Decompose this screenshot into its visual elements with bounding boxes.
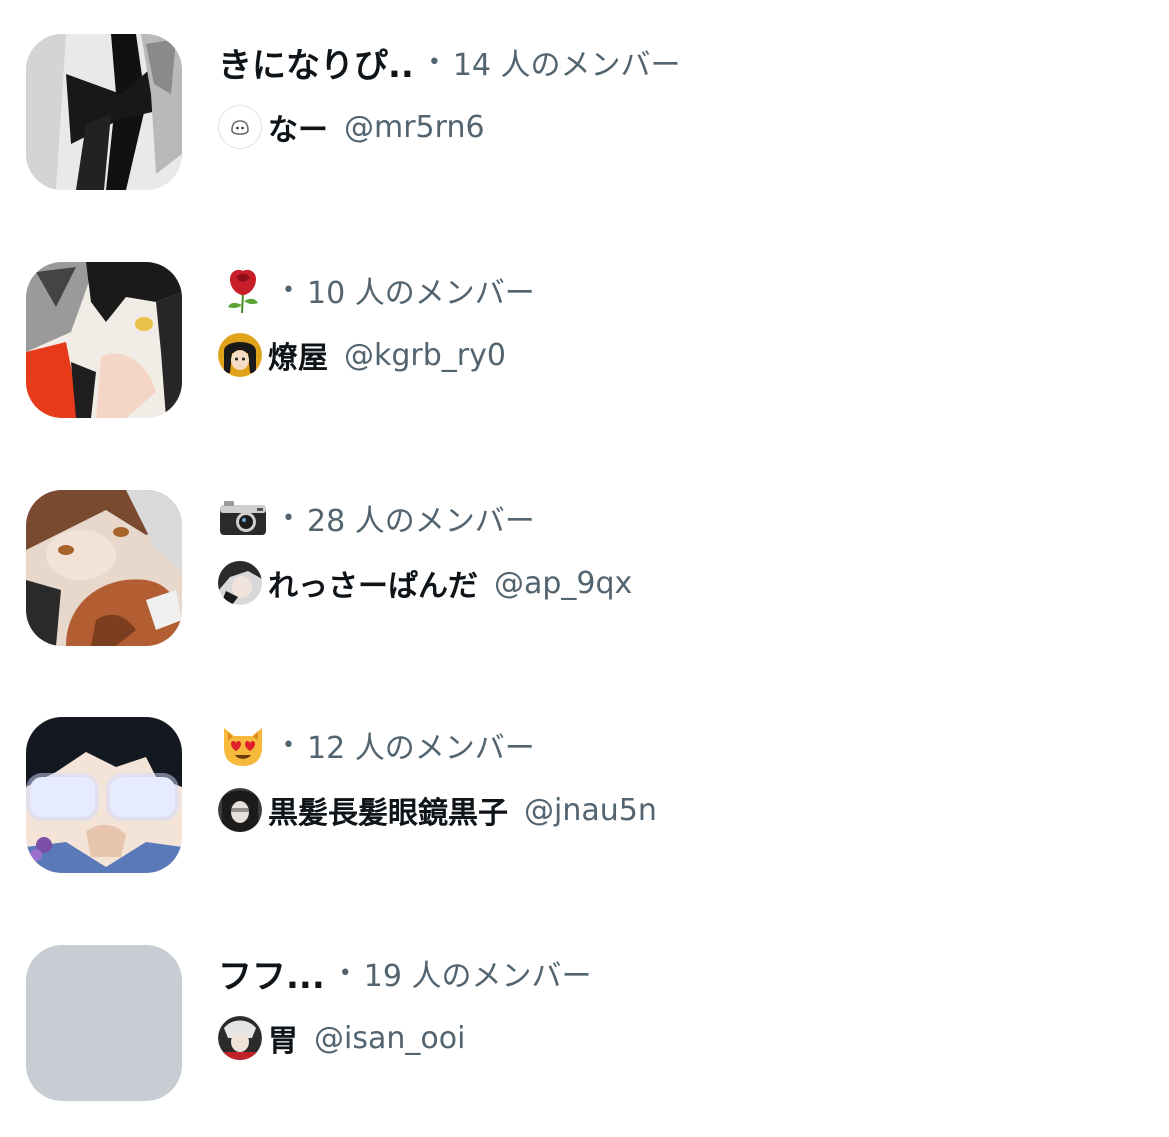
member-count: 14 人のメンバー bbox=[452, 48, 681, 83]
community-avatar-placeholder[interactable] bbox=[26, 945, 182, 1101]
community-avatar-image bbox=[26, 717, 182, 873]
community-row[interactable]: きになりぴ.. • 14 人のメンバー なー @mr5rn6 bbox=[0, 34, 1169, 194]
creator-name[interactable]: 燎屋 bbox=[268, 333, 328, 377]
community-avatar-image bbox=[26, 262, 182, 418]
community-name[interactable]: きになりぴ.. bbox=[218, 38, 414, 87]
community-avatar-image bbox=[26, 34, 182, 190]
community-avatar[interactable] bbox=[26, 717, 182, 873]
community-avatar[interactable] bbox=[26, 34, 182, 190]
creator-handle[interactable]: @mr5rn6 bbox=[344, 110, 485, 145]
anime-avatar-icon[interactable] bbox=[218, 561, 262, 605]
creator-name[interactable]: れっさーぱんだ bbox=[268, 561, 478, 605]
heart-eyes-cat-emoji-icon bbox=[218, 720, 268, 770]
community-title-line: • 10 人のメンバー bbox=[218, 264, 535, 316]
creator-line: 胃 @isan_ooi bbox=[218, 1015, 465, 1061]
creator-line: れっさーぱんだ @ap_9qx bbox=[218, 560, 632, 606]
community-row[interactable]: フフ... • 19 人のメンバー 胃 @isan_ooi bbox=[0, 945, 1169, 1105]
community-row[interactable]: • 12 人のメンバー 黒髪長髪眼鏡黒子 @jnau5n bbox=[0, 717, 1169, 877]
creator-handle[interactable]: @isan_ooi bbox=[314, 1021, 465, 1056]
creator-handle[interactable]: @jnau5n bbox=[524, 793, 657, 828]
creator-line: 燎屋 @kgrb_ry0 bbox=[218, 332, 506, 378]
creator-handle[interactable]: @ap_9qx bbox=[494, 566, 632, 601]
community-row[interactable]: • 28 人のメンバー れっさーぱんだ @ap_9qx bbox=[0, 490, 1169, 650]
creator-name[interactable]: 胃 bbox=[268, 1016, 298, 1060]
member-count: 28 人のメンバー bbox=[306, 504, 535, 539]
dot-separator: • bbox=[282, 277, 295, 303]
member-count: 19 人のメンバー bbox=[363, 959, 592, 994]
camera-emoji-icon bbox=[218, 493, 268, 543]
community-title-line: フフ... • 19 人のメンバー bbox=[218, 947, 591, 999]
community-title-line: • 12 人のメンバー bbox=[218, 719, 535, 771]
member-count: 10 人のメンバー bbox=[306, 276, 535, 311]
dot-separator: • bbox=[282, 505, 295, 531]
creator-handle[interactable]: @kgrb_ry0 bbox=[344, 338, 506, 373]
dot-separator: • bbox=[282, 732, 295, 758]
anime-avatar-icon[interactable] bbox=[218, 333, 262, 377]
community-row[interactable]: • 10 人のメンバー 燎屋 @kgrb_ry0 bbox=[0, 262, 1169, 422]
dot-separator: • bbox=[427, 49, 441, 75]
community-list: きになりぴ.. • 14 人のメンバー なー @mr5rn6 • 10 人のメン… bbox=[0, 0, 1169, 1137]
anime-avatar-icon[interactable] bbox=[218, 1016, 262, 1060]
creator-line: なー @mr5rn6 bbox=[218, 104, 485, 150]
community-avatar[interactable] bbox=[26, 490, 182, 646]
creator-name[interactable]: なー bbox=[268, 105, 328, 149]
dot-separator: • bbox=[338, 960, 352, 986]
creator-name[interactable]: 黒髪長髪眼鏡黒子 bbox=[268, 788, 508, 832]
community-title-line: きになりぴ.. • 14 人のメンバー bbox=[218, 36, 681, 88]
default-egg-avatar-icon[interactable] bbox=[218, 105, 262, 149]
member-count: 12 人のメンバー bbox=[306, 731, 535, 766]
community-avatar-image bbox=[26, 490, 182, 646]
creator-line: 黒髪長髪眼鏡黒子 @jnau5n bbox=[218, 787, 657, 833]
anime-avatar-icon[interactable] bbox=[218, 788, 262, 832]
community-avatar[interactable] bbox=[26, 262, 182, 418]
community-name[interactable]: フフ... bbox=[218, 949, 325, 998]
community-title-line: • 28 人のメンバー bbox=[218, 492, 535, 544]
rose-emoji-icon bbox=[218, 265, 268, 315]
